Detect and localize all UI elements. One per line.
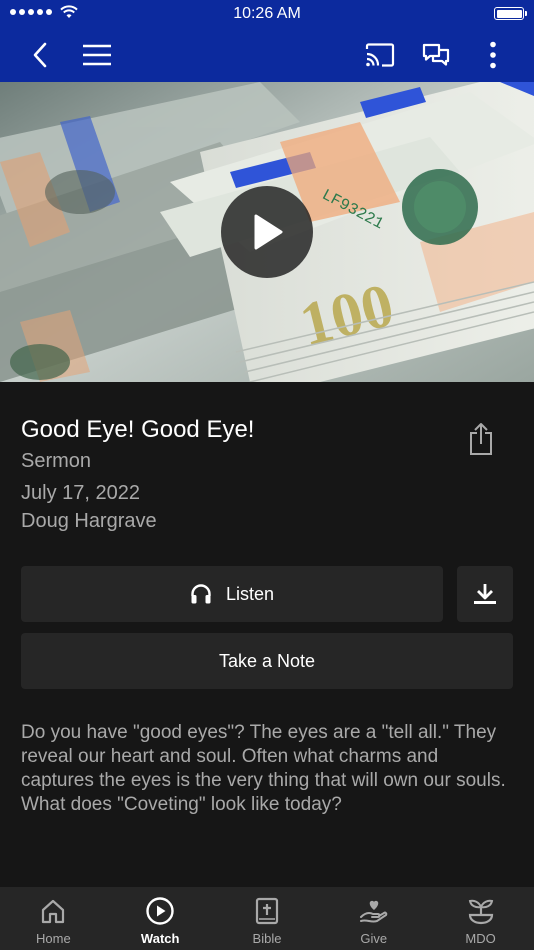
more-button[interactable] — [471, 28, 515, 82]
tab-mdo[interactable]: MDO — [427, 887, 534, 950]
back-button[interactable] — [18, 28, 62, 82]
more-icon — [490, 41, 496, 69]
tab-watch-label: Watch — [140, 931, 180, 946]
tab-home-label: Home — [36, 931, 71, 946]
tab-mdo-label: MDO — [465, 931, 496, 946]
sprout-icon — [468, 899, 493, 925]
play-circle-icon — [146, 897, 174, 925]
menu-button[interactable] — [75, 28, 119, 82]
play-icon — [254, 214, 283, 250]
download-icon — [474, 584, 496, 604]
play-button[interactable] — [221, 186, 313, 278]
chat-button[interactable] — [414, 28, 458, 82]
sermon-category: Sermon — [21, 450, 92, 472]
sermon-date: July 17, 2022 — [21, 482, 140, 504]
tab-watch[interactable]: Watch — [107, 887, 214, 950]
tab-home[interactable]: Home — [0, 887, 107, 950]
take-note-button[interactable]: Take a Note — [21, 633, 513, 689]
back-icon — [33, 42, 47, 68]
sermon-title: Good Eye! Good Eye! — [21, 416, 255, 443]
nav-bar — [0, 28, 534, 82]
status-time: 10:26 AM — [233, 5, 301, 22]
share-icon — [470, 423, 492, 455]
tab-give[interactable]: Give — [320, 887, 427, 950]
share-button[interactable] — [462, 418, 500, 460]
bible-icon — [255, 897, 279, 925]
battery-icon — [494, 7, 527, 20]
video-thumbnail[interactable]: 100 LF93221 — [0, 82, 534, 382]
take-note-label: Take a Note — [218, 650, 316, 671]
tab-bible-label: Bible — [252, 931, 282, 946]
headphones-icon — [191, 584, 211, 604]
cast-button[interactable] — [358, 28, 402, 82]
sermon-description: Do you have "good eyes"? The eyes are a … — [21, 722, 506, 815]
status-bar: 10:26 AM — [0, 0, 534, 28]
listen-label: Listen — [225, 583, 275, 604]
tab-give-label: Give — [360, 931, 388, 946]
home-icon — [42, 899, 65, 924]
tab-bar: Home Watch Bible Give MDO — [0, 887, 534, 950]
tab-bible[interactable]: Bible — [214, 887, 321, 950]
download-button[interactable] — [457, 566, 513, 622]
sermon-speaker: Doug Hargrave — [21, 510, 157, 532]
chat-icon — [422, 43, 450, 66]
menu-icon — [83, 44, 111, 66]
listen-button[interactable]: Listen — [21, 566, 443, 622]
give-icon — [359, 900, 388, 923]
cast-icon — [365, 43, 395, 67]
